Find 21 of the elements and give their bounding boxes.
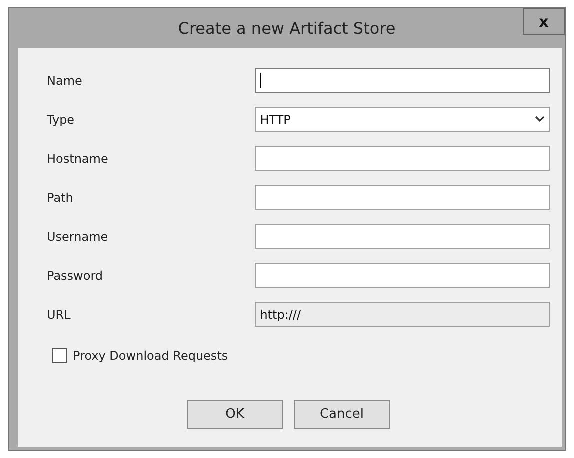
window-title: Create a new Artifact Store bbox=[178, 18, 396, 38]
type-dropdown[interactable]: HTTP bbox=[255, 107, 550, 132]
dialog-button[interactable]: Cancel bbox=[294, 400, 390, 429]
input-field[interactable] bbox=[255, 263, 550, 288]
checkbox-label: Proxy Download Requests bbox=[73, 348, 228, 362]
field-label: Path bbox=[47, 190, 74, 204]
input-field[interactable] bbox=[255, 68, 550, 93]
chevron-down-icon bbox=[535, 116, 545, 123]
field-label: URL bbox=[47, 308, 72, 322]
field-label: Name bbox=[47, 74, 84, 88]
field-label: Hostname bbox=[47, 152, 110, 166]
input-field[interactable] bbox=[255, 146, 550, 171]
url-field: http:/// bbox=[255, 302, 550, 327]
close-button[interactable]: x bbox=[523, 8, 565, 35]
input-field[interactable] bbox=[255, 185, 550, 210]
field-label: Type bbox=[47, 112, 76, 126]
field-label: Password bbox=[47, 268, 104, 282]
field-label: Username bbox=[47, 230, 110, 244]
checkbox[interactable] bbox=[52, 348, 67, 363]
dialog-button[interactable]: OK bbox=[187, 400, 283, 429]
input-field[interactable] bbox=[255, 224, 550, 249]
